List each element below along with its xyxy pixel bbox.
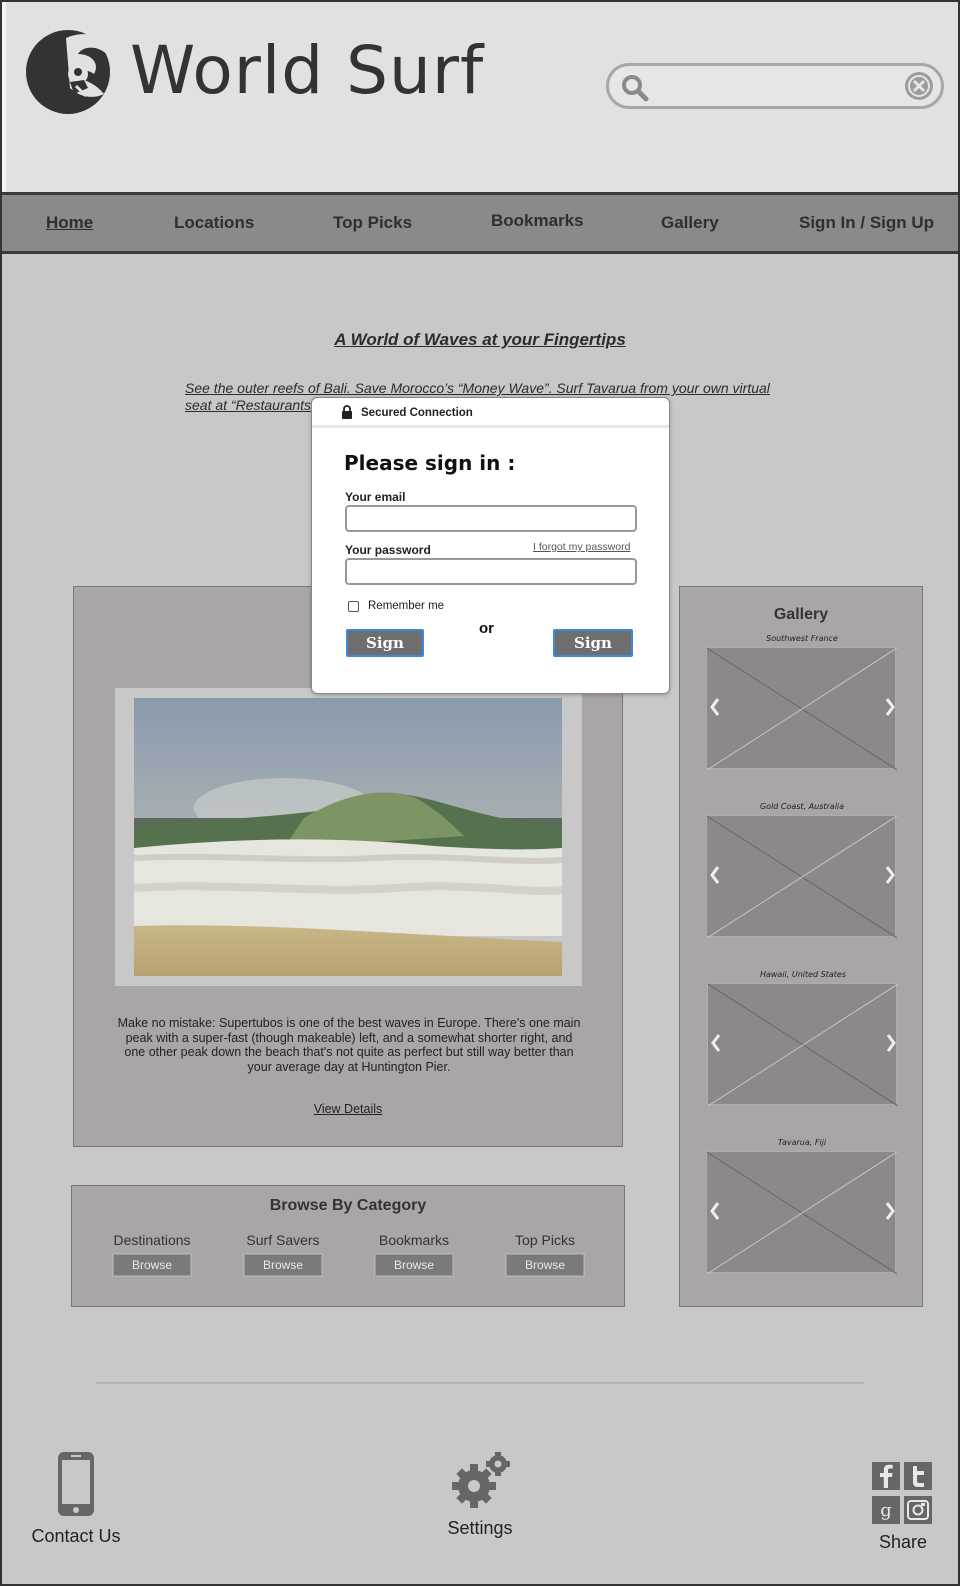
gallery-image-placeholder[interactable] bbox=[707, 983, 898, 1106]
browse-top-picks-button[interactable]: Browse bbox=[506, 1254, 584, 1276]
site-header: World Surf bbox=[0, 0, 960, 192]
category-surf-savers: Surf Savers Browse bbox=[228, 1232, 338, 1276]
gallery-caption: Southwest France bbox=[766, 634, 838, 643]
search-box[interactable] bbox=[606, 63, 944, 109]
nav-gallery[interactable]: Gallery bbox=[661, 213, 719, 233]
chevron-right-icon[interactable] bbox=[883, 696, 897, 718]
remember-me-label[interactable]: Remember me bbox=[368, 600, 444, 612]
contact-us[interactable]: Contact Us bbox=[22, 1450, 130, 1547]
main-nav: Home Locations Top Picks Bookmarks Galle… bbox=[0, 192, 960, 254]
gallery-item[interactable]: Southwest France bbox=[706, 633, 898, 770]
settings-label[interactable]: Settings bbox=[430, 1518, 530, 1539]
gallery-caption: Tavarua, Fiji bbox=[777, 1138, 827, 1147]
remember-me-checkbox[interactable] bbox=[348, 601, 359, 612]
gallery-caption: Hawaii, United States bbox=[759, 970, 847, 979]
browse-by-category-panel: Browse By Category Destinations Browse S… bbox=[71, 1185, 625, 1307]
modal-header: Secured Connection bbox=[312, 398, 669, 428]
lock-icon bbox=[342, 405, 352, 419]
sign-in-button[interactable]: Sign In bbox=[346, 629, 424, 676]
forgot-password-link[interactable]: I forgot my password bbox=[533, 541, 630, 553]
hero-title: A World of Waves at your Fingertips bbox=[334, 330, 626, 349]
nav-bookmarks[interactable]: Bookmarks bbox=[491, 211, 584, 231]
twitter-icon[interactable] bbox=[904, 1462, 932, 1490]
nav-locations[interactable]: Locations bbox=[174, 213, 254, 233]
gears-icon[interactable] bbox=[450, 1452, 510, 1510]
chevron-left-icon[interactable] bbox=[708, 696, 722, 718]
search-input[interactable] bbox=[659, 72, 889, 100]
facebook-icon[interactable] bbox=[872, 1462, 900, 1490]
gallery-item[interactable]: Tavarua, Fiji bbox=[706, 1137, 898, 1274]
chevron-right-icon[interactable] bbox=[884, 1032, 898, 1054]
browse-surf-savers-button[interactable]: Browse bbox=[244, 1254, 322, 1276]
category-top-picks: Top Picks Browse bbox=[490, 1232, 600, 1276]
placeholder-cross bbox=[707, 816, 897, 938]
sign-up-button[interactable]: Sign Up bbox=[553, 629, 633, 676]
gallery-item[interactable]: Hawaii, United States bbox=[707, 969, 899, 1106]
category-bookmarks: Bookmarks Browse bbox=[359, 1232, 469, 1276]
nav-home[interactable]: Home bbox=[46, 213, 93, 233]
category-label: Destinations bbox=[113, 1232, 191, 1248]
featured-description: Make no mistake: Supertubos is one of th… bbox=[117, 1016, 581, 1074]
chevron-left-icon[interactable] bbox=[708, 864, 722, 886]
category-destinations: Destinations Browse bbox=[97, 1232, 207, 1276]
gallery-image-placeholder[interactable] bbox=[706, 815, 897, 938]
category-label: Bookmarks bbox=[378, 1232, 450, 1248]
browse-bookmarks-button[interactable]: Browse bbox=[375, 1254, 453, 1276]
gallery-image-placeholder[interactable] bbox=[706, 647, 897, 770]
chevron-right-icon[interactable] bbox=[883, 864, 897, 886]
gallery-panel: Gallery Southwest France Gold Coast, Aus… bbox=[679, 586, 923, 1307]
email-field[interactable] bbox=[345, 505, 637, 532]
share: g Share bbox=[868, 1462, 938, 1553]
browse-title: Browse By Category bbox=[269, 1197, 427, 1214]
chevron-right-icon[interactable] bbox=[883, 1200, 897, 1222]
chevron-left-icon[interactable] bbox=[709, 1032, 723, 1054]
nav-top-picks[interactable]: Top Picks bbox=[333, 213, 412, 233]
gallery-caption: Gold Coast, Australia bbox=[759, 802, 845, 811]
email-label: Your email bbox=[345, 490, 406, 504]
google-plus-icon[interactable]: g bbox=[872, 1496, 900, 1524]
browse-destinations-button[interactable]: Browse bbox=[113, 1254, 191, 1276]
chevron-left-icon[interactable] bbox=[708, 1200, 722, 1222]
wave-logo-icon[interactable] bbox=[26, 24, 112, 116]
placeholder-cross bbox=[708, 984, 898, 1106]
svg-text:g: g bbox=[880, 1500, 892, 1521]
password-field[interactable] bbox=[345, 558, 637, 585]
category-label: Top Picks bbox=[515, 1232, 575, 1248]
secured-connection-label: Secured Connection bbox=[361, 407, 473, 419]
featured-photo-frame bbox=[115, 688, 582, 986]
instagram-icon[interactable] bbox=[904, 1496, 932, 1524]
category-label: Surf Savers bbox=[246, 1232, 320, 1248]
gallery-image-placeholder[interactable] bbox=[706, 1151, 897, 1274]
gallery-title: Gallery bbox=[773, 606, 829, 623]
placeholder-cross bbox=[707, 648, 897, 770]
share-label: Share bbox=[878, 1532, 928, 1552]
brand-title: World Surf bbox=[130, 32, 485, 109]
clear-search-icon[interactable] bbox=[904, 71, 934, 101]
view-details-link[interactable]: View Details bbox=[74, 1102, 622, 1116]
featured-wave-photo[interactable] bbox=[134, 698, 562, 976]
search-icon[interactable] bbox=[621, 74, 649, 102]
or-separator: or bbox=[479, 620, 494, 637]
gallery-item[interactable]: Gold Coast, Australia bbox=[706, 801, 898, 938]
settings[interactable]: Settings bbox=[430, 1452, 530, 1539]
nav-sign-in-sign-up[interactable]: Sign In / Sign Up bbox=[799, 213, 934, 233]
modal-title: Please sign in : bbox=[344, 451, 516, 475]
placeholder-cross bbox=[707, 1152, 897, 1274]
footer-divider bbox=[96, 1382, 864, 1384]
sign-in-modal: Secured Connection Please sign in : Your… bbox=[311, 397, 670, 694]
contact-us-label[interactable]: Contact Us bbox=[22, 1526, 130, 1547]
password-label: Your password bbox=[345, 543, 431, 557]
phone-icon[interactable] bbox=[56, 1450, 96, 1518]
